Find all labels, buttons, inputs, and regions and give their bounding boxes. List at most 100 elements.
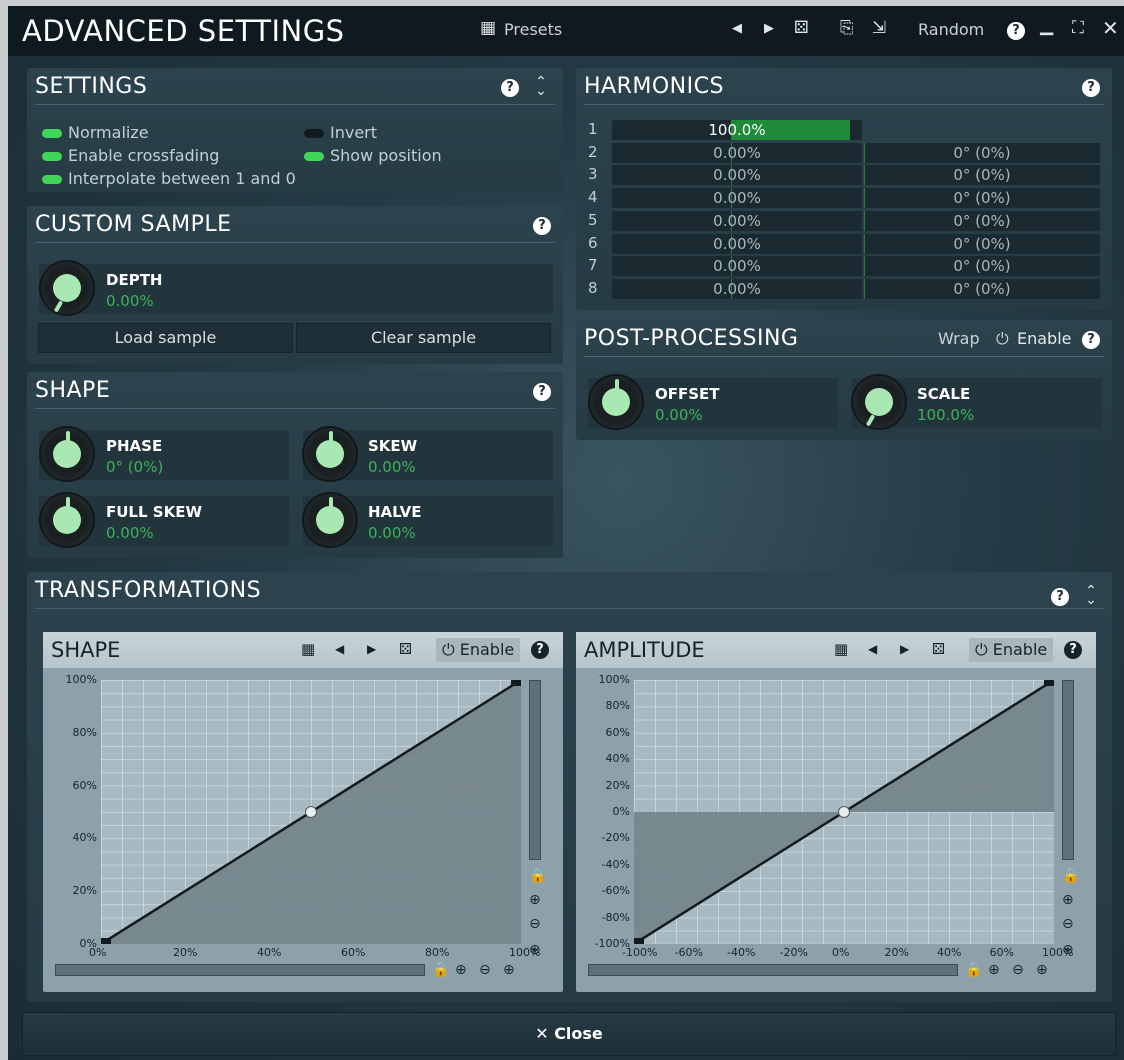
x-tick-label: 60% — [989, 946, 1014, 959]
amplitude-vertical-scrollbar[interactable] — [1062, 680, 1074, 860]
shape-end-point[interactable] — [511, 680, 521, 686]
presets-grid-icon[interactable]: ▦ — [301, 640, 315, 658]
harmonic-phase-slider[interactable]: 0° (0%) — [864, 210, 1100, 231]
collapse-toggle-icon[interactable]: ⌃ ⌄ — [1085, 584, 1097, 607]
lock-icon[interactable]: 🔒 — [1062, 868, 1079, 884]
harmonic-phase-slider[interactable]: 0° (0%) — [864, 233, 1100, 254]
scale-knob[interactable] — [851, 374, 907, 430]
zoom-out-icon[interactable]: ⊖ — [529, 916, 541, 932]
zoom-out-icon[interactable]: ⊖ — [1012, 962, 1024, 978]
shape-vertical-scrollbar[interactable] — [529, 680, 541, 860]
post-enable-button[interactable]: Enable — [1017, 329, 1072, 348]
full-skew-knob[interactable] — [39, 492, 95, 548]
harmonic-phase-slider[interactable]: 0° (0%) — [864, 256, 1100, 277]
zoom-fit-icon[interactable]: ⊕ — [503, 962, 515, 978]
transformations-help-icon[interactable]: ? — [1051, 588, 1069, 606]
depth-knob[interactable] — [39, 260, 95, 316]
zoom-fit-icon[interactable]: ⊕ — [1036, 962, 1048, 978]
toggle-enable-crossfading[interactable]: Enable crossfading — [42, 146, 219, 165]
close-window-icon[interactable]: ✕ — [1102, 16, 1119, 40]
maximize-icon[interactable]: ⛶ — [1072, 18, 1084, 38]
amplitude-plot-area[interactable] — [633, 678, 1055, 946]
halve-knob[interactable] — [302, 492, 358, 548]
random-dice-icon[interactable]: ⚄ — [399, 640, 412, 658]
amplitude-graph-help-icon[interactable]: ? — [1064, 641, 1082, 659]
scale-label: SCALE — [917, 385, 971, 403]
harmonic-phase-slider[interactable]: 0° (0%) — [864, 165, 1100, 186]
zoom-in-icon[interactable]: ⊕ — [455, 962, 467, 978]
zoom-fit-icon[interactable]: ⊕ — [529, 942, 541, 958]
clear-sample-button[interactable]: Clear sample — [296, 323, 551, 353]
skew-knob[interactable] — [302, 426, 358, 482]
shape-help-icon[interactable]: ? — [533, 383, 551, 401]
shape-graph-help-icon[interactable]: ? — [531, 641, 549, 659]
toggle-interpolate[interactable]: Interpolate between 1 and 0 — [42, 169, 296, 188]
amplitude-mid-point[interactable] — [838, 806, 850, 818]
harmonic-amplitude-slider[interactable]: 0.00% — [612, 142, 862, 163]
custom-sample-help-icon[interactable]: ? — [533, 217, 551, 235]
harmonic-amplitude-value: 100.0% — [708, 121, 766, 139]
harmonic-amplitude-slider[interactable]: 0.00% — [612, 188, 862, 209]
next-icon[interactable]: ▶ — [367, 642, 376, 656]
zoom-out-icon[interactable]: ⊖ — [479, 962, 491, 978]
zoom-out-icon[interactable]: ⊖ — [1062, 916, 1074, 932]
paste-icon[interactable]: ⇲ — [872, 18, 886, 38]
toggle-invert[interactable]: Invert — [304, 123, 377, 142]
zoom-in-icon[interactable]: ⊕ — [1062, 892, 1074, 908]
zoom-in-icon[interactable]: ⊕ — [529, 892, 541, 908]
toggle-show-position[interactable]: Show position — [304, 146, 442, 165]
presets-button[interactable]: Presets — [504, 20, 562, 39]
amplitude-start-point[interactable] — [634, 938, 644, 944]
close-button[interactable]: ✕ Close — [22, 1012, 1116, 1056]
harmonic-phase-slider[interactable]: 0° (0%) — [864, 278, 1100, 299]
minimize-icon[interactable]: ▁ — [1040, 16, 1053, 36]
lock-icon[interactable]: 🔒 — [432, 962, 449, 978]
zoom-fit-icon[interactable]: ⊕ — [1062, 942, 1074, 958]
previous-icon[interactable]: ◀ — [335, 642, 344, 656]
next-icon[interactable]: ▶ — [900, 642, 909, 656]
harmonic-amplitude-slider[interactable]: 0.00% — [612, 278, 862, 299]
harmonic-phase-slider[interactable]: 0° (0%) — [864, 142, 1100, 163]
lock-icon[interactable]: 🔒 — [529, 868, 546, 884]
harmonic-amplitude-slider[interactable]: 0.00% — [612, 233, 862, 254]
copy-icon[interactable]: ⎘ — [840, 18, 854, 38]
harmonic-amplitude-slider[interactable]: 0.00% — [612, 256, 862, 277]
phase-knob[interactable] — [39, 426, 95, 482]
presets-grid-icon[interactable]: ▦ — [834, 640, 848, 658]
previous-preset-icon[interactable]: ◀ — [732, 21, 742, 36]
random-button[interactable]: Random — [918, 20, 984, 39]
knob-face — [53, 506, 81, 534]
random-dice-icon[interactable]: ⚄ — [932, 640, 945, 658]
harmonic-amplitude-slider[interactable]: 0.00% — [612, 210, 862, 231]
harmonics-panel: HARMONICS ? 1 100.0% 2 0.00% 0° (0%) 3 0.00% 0°… — [576, 68, 1112, 310]
lock-icon[interactable]: 🔒 — [965, 962, 982, 978]
zoom-in-icon[interactable]: ⊕ — [988, 962, 1000, 978]
shape-start-point[interactable] — [101, 938, 111, 944]
shape-enable-button[interactable]: ⏻ Enable — [436, 638, 521, 662]
presets-grid-icon[interactable]: ▦ — [480, 18, 496, 38]
next-preset-icon[interactable]: ▶ — [764, 21, 774, 36]
harmonic-phase-slider[interactable]: 0° (0%) — [864, 188, 1100, 209]
shape-graph: SHAPE ▦ ◀ ▶ ⚄ ⏻ Enable ? 100% 80% 60% 40% 20… — [43, 632, 563, 992]
shape-plot-area[interactable] — [100, 678, 522, 946]
amplitude-enable-button[interactable]: ⏻ Enable — [969, 638, 1054, 662]
post-processing-help-icon[interactable]: ? — [1082, 331, 1100, 349]
harmonic-amplitude-slider[interactable]: 0.00% — [612, 165, 862, 186]
harmonics-help-icon[interactable]: ? — [1082, 79, 1100, 97]
post-processing-title: POST-PROCESSING — [584, 326, 799, 351]
collapse-toggle-icon[interactable]: ⌃ ⌄ — [535, 75, 547, 98]
power-icon[interactable]: ⏻ — [996, 329, 1009, 349]
offset-knob[interactable] — [588, 374, 644, 430]
amplitude-end-point[interactable] — [1044, 680, 1054, 686]
load-sample-button[interactable]: Load sample — [38, 323, 293, 353]
shape-horizontal-scrollbar[interactable] — [55, 964, 425, 976]
amplitude-horizontal-scrollbar[interactable] — [588, 964, 958, 976]
settings-help-icon[interactable]: ? — [501, 79, 519, 97]
shape-mid-point[interactable] — [305, 806, 317, 818]
random-dice-icon[interactable]: ⚄ — [794, 18, 809, 38]
harmonic-amplitude-slider[interactable]: 100.0% — [612, 120, 862, 140]
wrap-button[interactable]: Wrap — [938, 329, 980, 348]
toggle-normalize[interactable]: Normalize — [42, 123, 149, 142]
help-icon[interactable]: ? — [1007, 22, 1025, 40]
previous-icon[interactable]: ◀ — [868, 642, 877, 656]
